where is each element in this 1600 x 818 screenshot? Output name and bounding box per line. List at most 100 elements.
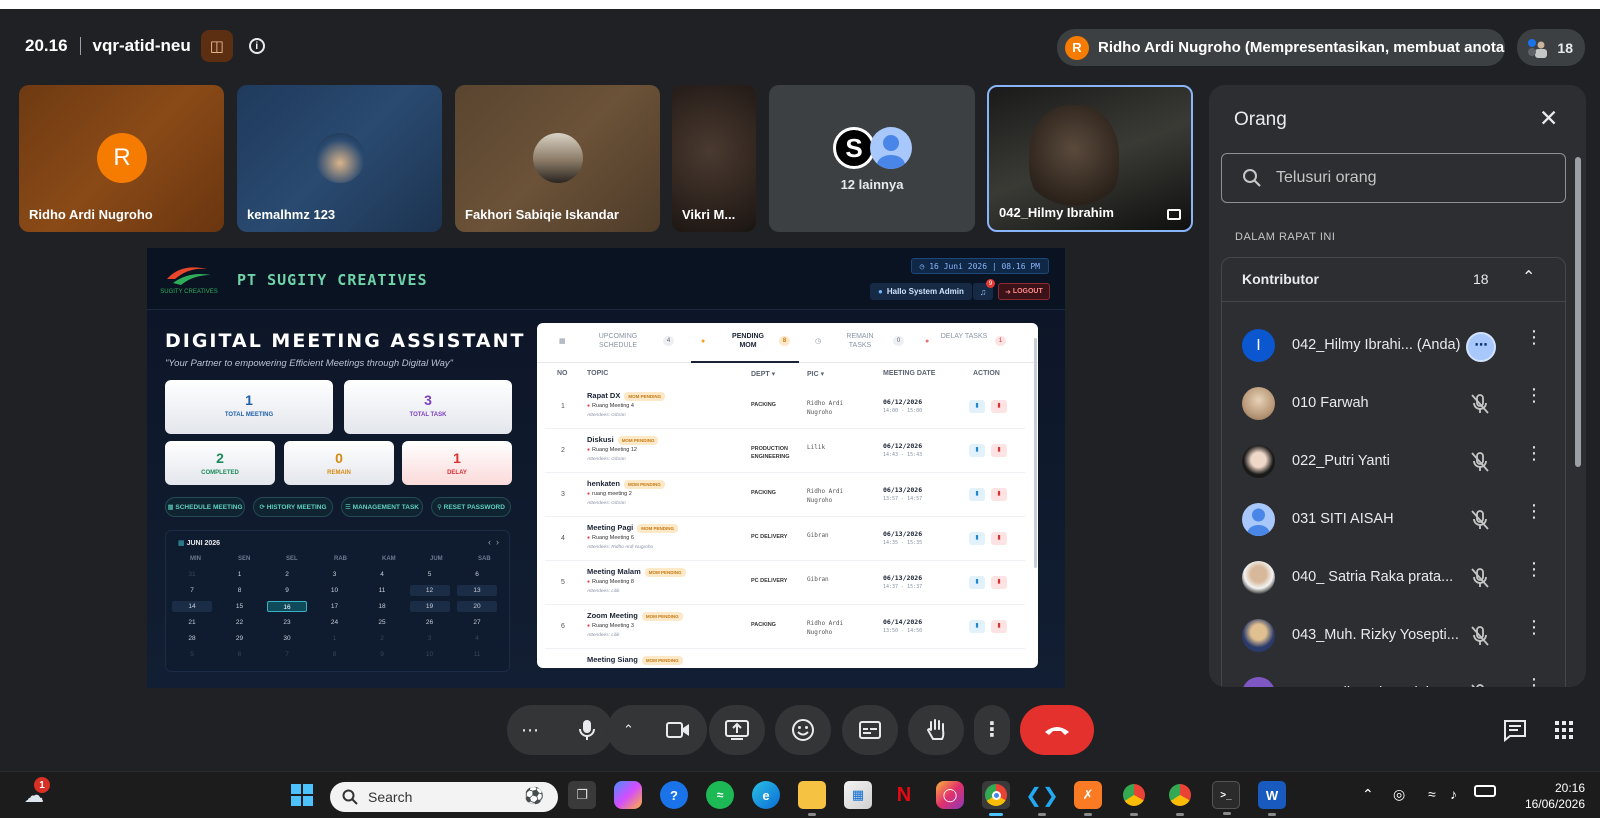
chevron-up-icon[interactable]: ⌃ <box>623 722 634 738</box>
edge-icon[interactable]: e <box>752 781 780 809</box>
calendar-day[interactable]: 10 <box>315 585 355 596</box>
terminal-icon[interactable]: >_ <box>1212 781 1240 815</box>
calendar-day[interactable]: 16 <box>267 601 307 612</box>
stat-delay[interactable]: 1 DELAY <box>402 441 512 485</box>
calendar-day[interactable]: 4 <box>457 633 497 644</box>
calendar-day[interactable]: 9 <box>267 585 307 596</box>
history-meeting-button[interactable]: ⟳ HISTORY MEETING <box>253 497 333 517</box>
calendar-day[interactable]: 7 <box>172 585 212 596</box>
stat-total-meeting[interactable]: 1 TOTAL MEETING <box>165 380 333 434</box>
calendar-day[interactable]: 1 <box>220 569 260 580</box>
chevron-up-icon[interactable]: ⌃ <box>1362 786 1374 803</box>
raise-hand-button[interactable] <box>908 705 964 755</box>
calendar-day[interactable]: 4 <box>362 569 402 580</box>
reactions-button[interactable] <box>775 705 831 755</box>
pip-icon[interactable] <box>1167 209 1181 220</box>
calendar-day[interactable]: 5 <box>172 649 212 660</box>
calendar-day[interactable]: 30 <box>267 633 307 644</box>
folder-icon[interactable]: ▮ <box>969 400 985 413</box>
word-icon[interactable]: W <box>1258 781 1286 816</box>
table-row[interactable]: 2 DiskusiMOM PENDING Ruang Meeting 12 Atten… <box>545 429 1025 473</box>
participant-tile[interactable]: Fakhori Sabiqie Iskandar <box>455 85 660 232</box>
contributor-header[interactable]: Kontributor 18 ⌃ <box>1222 258 1565 302</box>
table-row[interactable]: 3 henkatenMOM PENDING ruang meeting 2 Atten… <box>545 473 1025 517</box>
start-menu-icon[interactable] <box>288 781 316 809</box>
participant-tile-active[interactable]: 042_Hilmy Ibrahim <box>987 85 1193 232</box>
participant-tile[interactable]: Vikri M... <box>672 85 756 232</box>
calendar-day[interactable]: 31 <box>172 569 212 580</box>
calendar-day[interactable]: 18 <box>362 601 402 612</box>
more-audio-icon[interactable]: ⋯ <box>521 720 540 741</box>
delete-icon[interactable]: ▮ <box>991 400 1007 413</box>
management-task-button[interactable]: ☰ MANAGEMENT TASK <box>341 497 423 517</box>
calendar-day[interactable]: 3 <box>410 633 450 644</box>
admin-greeting[interactable]: ● Hallo System Admin <box>870 283 972 300</box>
folder-icon[interactable]: ▮ <box>969 488 985 501</box>
calendar-day[interactable]: 6 <box>457 569 497 580</box>
stat-completed[interactable]: 2 COMPLETED <box>165 441 275 485</box>
chrome-profile-icon[interactable] <box>1120 781 1148 816</box>
system-clock[interactable]: 20:16 16/06/2026 <box>1525 780 1585 812</box>
more-vert-icon[interactable]: ⋮ <box>1525 676 1543 687</box>
calendar-day[interactable]: 25 <box>362 617 402 628</box>
reset-password-button[interactable]: ⚲ RESET PASSWORD <box>431 497 511 517</box>
instagram-icon[interactable]: ◯ <box>936 781 964 809</box>
table-row[interactable]: 5 Meeting MalamMOM PENDING Ruang Meeting 8… <box>545 561 1025 605</box>
logout-button[interactable]: ➜ LOGOUT <box>998 283 1050 300</box>
calendar-day[interactable]: 11 <box>362 585 402 596</box>
more-vert-icon[interactable]: ⋮ <box>1525 618 1543 636</box>
calendar-day[interactable]: 13 <box>457 585 497 596</box>
schedule-meeting-button[interactable]: ▦ SCHEDULE MEETING <box>165 497 245 517</box>
calendar-day[interactable]: 29 <box>220 633 260 644</box>
participant-row[interactable]: 031 SITI AISAH ⋮ <box>1222 490 1565 548</box>
calendar-day[interactable]: 10 <box>410 649 450 660</box>
activities-icon[interactable] <box>1554 720 1574 740</box>
participant-count-button[interactable]: 18 <box>1517 29 1585 66</box>
calendar-day[interactable]: 20 <box>457 601 497 612</box>
stat-remain[interactable]: 0 REMAIN <box>284 441 394 485</box>
participant-row[interactable]: I 042_Hilmy Ibrahi... (Anda) ⋯ ⋮ <box>1222 316 1565 374</box>
calendar-day[interactable]: 9 <box>362 649 402 660</box>
help-icon[interactable]: ? <box>660 781 688 809</box>
camera-icon[interactable] <box>665 721 691 739</box>
participant-row[interactable]: 043_Muh. Rizky Yosepti... ⋮ <box>1222 606 1565 664</box>
delete-icon[interactable]: ▮ <box>991 620 1007 633</box>
more-vert-icon[interactable]: ⋮ <box>1525 386 1543 404</box>
wifi-icon[interactable]: ≈ <box>1428 786 1436 802</box>
calendar-day[interactable]: 12 <box>409 585 450 596</box>
more-vert-icon[interactable]: ⋮ <box>1525 560 1543 578</box>
chrome-icon[interactable] <box>982 781 1010 816</box>
folder-icon[interactable]: ▮ <box>969 444 985 457</box>
participant-tile[interactable]: R Ridho Ardi Nugroho <box>19 85 224 232</box>
more-actions-icon[interactable]: ⋯ <box>1466 332 1496 362</box>
calendar-day[interactable]: 23 <box>267 617 307 628</box>
table-row[interactable]: 6 Zoom MeetingMOM PENDING Ruang Meeting 3 A… <box>545 605 1025 649</box>
calendar-day[interactable]: 3 <box>315 569 355 580</box>
calendar-day[interactable]: 1 <box>315 633 355 644</box>
folder-icon[interactable]: ▮ <box>969 576 985 589</box>
chrome-profile-icon[interactable] <box>1166 781 1194 816</box>
calendar-day[interactable]: 2 <box>362 633 402 644</box>
calendar-day[interactable]: 24 <box>315 617 355 628</box>
table-scrollbar[interactable] <box>1034 338 1037 568</box>
close-icon[interactable]: ✕ <box>1539 105 1558 132</box>
leave-call-button[interactable] <box>1020 705 1094 755</box>
spotify-icon[interactable]: ≈ <box>706 781 734 809</box>
calendar-day[interactable]: 21 <box>172 617 212 628</box>
netflix-icon[interactable]: N <box>890 781 918 809</box>
table-row[interactable]: 1 Rapat DXMOM PENDING Ruang Meeting 4 Atten… <box>545 385 1025 429</box>
more-vert-icon[interactable]: ⋮ <box>1525 502 1543 520</box>
delete-icon[interactable]: ▮ <box>991 532 1007 545</box>
col-dept[interactable]: DEPT ▾ <box>751 370 775 378</box>
col-pic[interactable]: PIC ▾ <box>807 370 824 378</box>
calendar-day[interactable]: 14 <box>172 601 212 612</box>
participant-tile[interactable]: kemalhmz 123 <box>237 85 442 232</box>
calendar-day[interactable]: 2 <box>267 569 307 580</box>
xampp-icon[interactable]: ✗ <box>1074 781 1102 816</box>
bell-icon[interactable]: ♫ 9 <box>973 279 995 300</box>
table-row[interactable]: Meeting Siang MOM PENDING <box>545 649 1025 668</box>
task-view-icon[interactable]: ❐ <box>568 781 596 809</box>
participant-row[interactable]: Z 043 Nadia Zahra Dinin... ⋮ <box>1222 664 1565 687</box>
delete-icon[interactable]: ▮ <box>991 576 1007 589</box>
present-screen-button[interactable] <box>709 705 765 755</box>
